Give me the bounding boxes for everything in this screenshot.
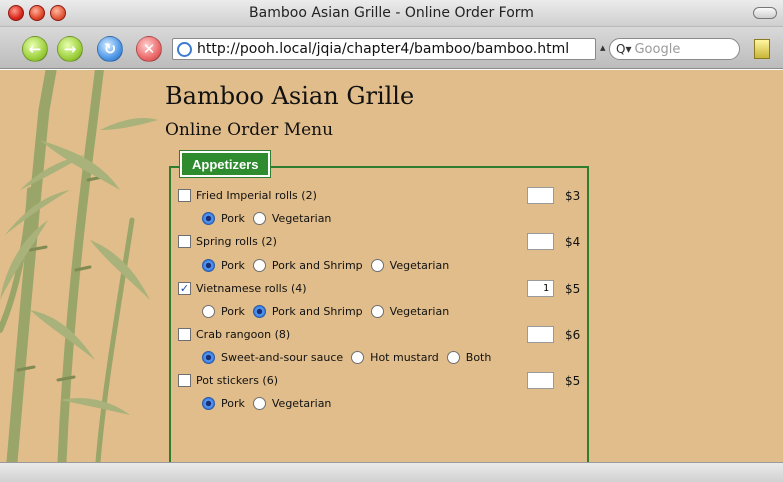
option-label: Pork — [221, 259, 245, 272]
option-label: Sweet-and-sour sauce — [221, 351, 344, 364]
quantity-field[interactable] — [527, 326, 554, 343]
option-label: Pork and Shrimp — [271, 259, 363, 272]
appetizers-legend: Appetizers — [178, 150, 272, 178]
menu-item-row: Fried Imperial rolls (2) — [178, 189, 317, 202]
item-price: $5 — [565, 374, 581, 388]
option-radio[interactable] — [202, 351, 215, 364]
option-radio[interactable] — [202, 305, 215, 318]
url-dropdown-icon[interactable]: ▴ — [600, 41, 606, 54]
menu-item-row: ✓ Vietnamese rolls (4) — [178, 282, 307, 295]
option-group: Pork Pork and Shrimp Vegetarian — [202, 305, 457, 318]
item-checkbox[interactable]: ✓ — [178, 282, 191, 295]
item-checkbox[interactable] — [178, 235, 191, 248]
globe-icon: o — [177, 41, 192, 57]
option-radio[interactable] — [351, 351, 365, 364]
bamboo-illustration — [0, 70, 158, 462]
forward-button[interactable]: → — [57, 36, 83, 62]
status-bar — [0, 462, 783, 482]
item-name: Fried Imperial rolls (2) — [196, 189, 317, 202]
page-title: Bamboo Asian Grille — [165, 82, 415, 110]
address-text[interactable]: http://pooh.local/jqia/chapter4/bamboo/b… — [197, 41, 569, 57]
menu-item-row: Crab rangoon (8) — [178, 328, 290, 341]
option-radio[interactable] — [202, 397, 215, 410]
option-radio[interactable] — [370, 305, 384, 318]
item-name: Spring rolls (2) — [196, 235, 277, 248]
option-label: Pork — [221, 305, 245, 318]
option-label: Vegetarian — [389, 259, 450, 272]
option-radio[interactable] — [202, 259, 215, 272]
stop-icon: ✕ — [142, 40, 156, 58]
option-label: Vegetarian — [271, 212, 332, 225]
option-group: Sweet-and-sour sauce Hot mustard Both — [202, 351, 499, 364]
option-radio[interactable] — [252, 212, 266, 225]
option-label: Vegetarian — [271, 397, 332, 410]
menu-item-row: Spring rolls (2) — [178, 235, 277, 248]
address-bar[interactable]: o http://pooh.local/jqia/chapter4/bamboo… — [172, 38, 596, 60]
search-icon[interactable]: Q▾ — [616, 42, 631, 56]
stop-button[interactable]: ✕ — [136, 36, 162, 62]
quantity-field[interactable] — [527, 187, 554, 204]
option-label: Hot mustard — [370, 351, 439, 364]
search-field[interactable]: Q▾ Google — [609, 38, 740, 60]
option-label: Both — [465, 351, 492, 364]
back-arrow-icon: ← — [28, 40, 42, 58]
toolbar-toggle-button[interactable] — [753, 7, 777, 19]
option-group: Pork Vegetarian — [202, 212, 339, 225]
option-radio[interactable] — [252, 397, 266, 410]
reload-button[interactable]: ↻ — [97, 36, 123, 62]
item-name: Pot stickers (6) — [196, 374, 279, 387]
item-price: $6 — [565, 328, 581, 342]
option-label: Pork and Shrimp — [271, 305, 363, 318]
item-checkbox[interactable] — [178, 374, 191, 387]
option-radio[interactable] — [252, 259, 266, 272]
option-label: Pork — [221, 397, 245, 410]
option-label: Pork — [221, 212, 245, 225]
option-radio[interactable] — [446, 351, 460, 364]
window-titlebar: Bamboo Asian Grille - Online Order Form — [0, 0, 783, 27]
item-checkbox[interactable] — [178, 189, 191, 202]
option-label: Vegetarian — [389, 305, 450, 318]
item-name: Crab rangoon (8) — [196, 328, 291, 341]
option-group: Pork Vegetarian — [202, 397, 339, 410]
item-name: Vietnamese rolls (4) — [196, 282, 307, 295]
quantity-field[interactable] — [527, 233, 554, 250]
menu-item-row: Pot stickers (6) — [178, 374, 278, 387]
option-radio[interactable] — [370, 259, 384, 272]
option-group: Pork Pork and Shrimp Vegetarian — [202, 259, 457, 272]
reload-icon: ↻ — [103, 40, 117, 58]
quantity-field[interactable]: 1 — [527, 280, 554, 297]
page-subtitle: Online Order Menu — [165, 120, 334, 140]
item-price: $5 — [565, 282, 581, 296]
search-placeholder: Google — [634, 41, 681, 57]
quantity-field[interactable] — [527, 372, 554, 389]
item-price: $3 — [565, 189, 581, 203]
bookmark-icon[interactable] — [754, 39, 770, 59]
item-checkbox[interactable] — [178, 328, 191, 341]
item-price: $4 — [565, 235, 581, 249]
back-button[interactable]: ← — [22, 36, 48, 62]
forward-arrow-icon: → — [63, 40, 77, 58]
window-title: Bamboo Asian Grille - Online Order Form — [249, 5, 534, 21]
browser-toolbar: ← → ↻ ✕ o http://pooh.local/jqia/chapter… — [0, 27, 783, 69]
option-radio[interactable] — [202, 212, 215, 225]
option-radio[interactable] — [252, 305, 266, 318]
